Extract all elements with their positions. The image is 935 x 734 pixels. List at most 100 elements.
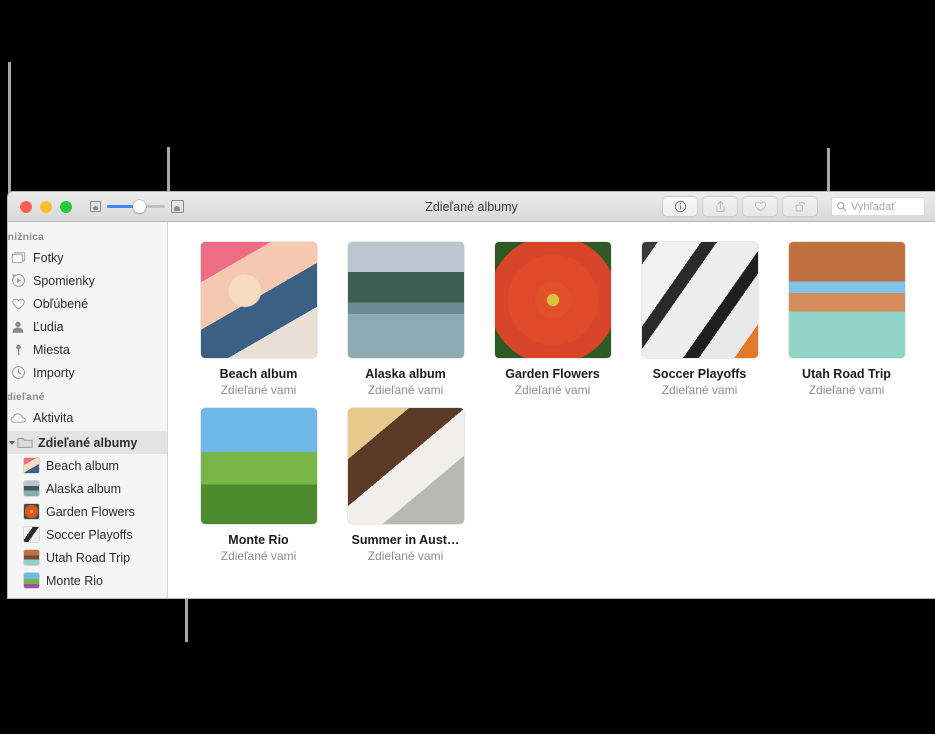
chevron-down-icon[interactable] bbox=[9, 440, 15, 445]
sidebar-item-label: Miesta bbox=[33, 342, 70, 357]
album-title: Soccer Playoffs bbox=[652, 367, 747, 381]
sidebar-item-label: Obľúbené bbox=[33, 296, 89, 311]
sidebar-group-label: Zdieľané albumy bbox=[38, 435, 138, 450]
album-subtitle: Zdieľané vami bbox=[220, 383, 297, 397]
album-thumbnail-icon bbox=[24, 504, 39, 519]
sidebar-item-utah-road-trip[interactable]: Utah Road Trip bbox=[8, 546, 167, 569]
sidebar-group-shared-albums[interactable]: Zdieľané albumy bbox=[8, 431, 167, 454]
person-icon bbox=[9, 320, 27, 334]
close-button[interactable] bbox=[20, 200, 32, 213]
sidebar-section-header-shared: Zdieľané bbox=[8, 391, 45, 403]
sidebar-item-label: Ľudia bbox=[33, 319, 64, 334]
album-cover-image bbox=[200, 408, 317, 524]
rotate-icon bbox=[795, 201, 805, 212]
album-thumbnail-icon bbox=[24, 458, 39, 473]
album-thumbnail-icon bbox=[24, 573, 39, 588]
content-area: Beach album Zdieľané vami Alaska album Z… bbox=[168, 222, 935, 598]
album-cover-image bbox=[788, 242, 905, 358]
sidebar-item-beach-album[interactable]: Beach album bbox=[8, 454, 167, 477]
sidebar-item-miesta[interactable]: Miesta bbox=[8, 338, 167, 361]
sidebar-section-header-library: Knižnica bbox=[8, 231, 44, 243]
traffic-light-buttons[interactable] bbox=[20, 200, 72, 213]
sidebar-item-aktivita[interactable]: Aktivita bbox=[8, 406, 167, 429]
search-placeholder: Vyhľadať bbox=[851, 200, 896, 213]
zoom-button[interactable] bbox=[60, 200, 72, 213]
minimize-button[interactable] bbox=[40, 200, 52, 213]
window-body: Knižnica Fotky bbox=[8, 222, 935, 598]
search-field[interactable]: Vyhľadať bbox=[831, 197, 925, 216]
album-grid: Beach album Zdieľané vami Alaska album Z… bbox=[168, 242, 935, 574]
heart-icon bbox=[754, 201, 766, 212]
album-tile-soccer-playoffs[interactable]: Soccer Playoffs Zdieľané vami bbox=[626, 242, 773, 397]
sidebar-item-label: Fotky bbox=[33, 250, 64, 265]
window-titlebar: Zdieľané albumy Vyhľadať bbox=[8, 192, 935, 222]
cloud-icon bbox=[9, 412, 27, 424]
album-tile-monte-rio[interactable]: Monte Rio Zdieľané vami bbox=[185, 408, 332, 563]
sidebar-item-alaska-album[interactable]: Alaska album bbox=[8, 477, 167, 500]
small-photo-icon bbox=[90, 201, 101, 212]
photos-window: Zdieľané albumy Vyhľadať nižnica Fotky S… bbox=[8, 192, 935, 598]
album-cover-image bbox=[641, 242, 758, 358]
large-photo-icon bbox=[171, 200, 184, 213]
sidebar-item-ludia[interactable]: Ľudia bbox=[8, 315, 167, 338]
sidebar-item-spomienky[interactable]: Spomienky bbox=[8, 269, 167, 292]
sidebar-item-fotky[interactable]: Fotky bbox=[8, 246, 167, 269]
album-thumbnail-icon bbox=[24, 481, 39, 496]
album-subtitle: Zdieľané vami bbox=[661, 383, 738, 397]
heart-icon bbox=[9, 297, 27, 311]
share-icon bbox=[715, 201, 725, 212]
pin-icon bbox=[9, 343, 27, 357]
sidebar-item-garden-flowers[interactable]: Garden Flowers bbox=[8, 500, 167, 523]
favorite-button[interactable] bbox=[743, 197, 777, 216]
sidebar-item-label: Utah Road Trip bbox=[46, 550, 131, 565]
album-title: Beach album bbox=[219, 367, 298, 381]
album-title: Monte Rio bbox=[228, 533, 289, 547]
sidebar-item-label: Monte Rio bbox=[46, 573, 103, 588]
sidebar: Knižnica Fotky bbox=[8, 222, 168, 598]
sidebar-item-label: Spomienky bbox=[33, 273, 95, 288]
slider-knob[interactable] bbox=[133, 200, 146, 213]
album-title: Alaska album bbox=[365, 367, 446, 381]
album-thumbnail-icon bbox=[24, 527, 39, 542]
share-button[interactable] bbox=[703, 197, 737, 216]
album-cover-image bbox=[347, 408, 464, 524]
info-button[interactable] bbox=[663, 197, 697, 216]
album-tile-garden-flowers[interactable]: Garden Flowers Zdieľané vami bbox=[479, 242, 626, 397]
album-title: Utah Road Trip bbox=[802, 367, 891, 381]
sidebar-item-label: Alaska album bbox=[46, 481, 122, 496]
toolbar-actions: Vyhľadať bbox=[663, 197, 935, 216]
sidebar-item-monte-rio[interactable]: Monte Rio bbox=[8, 569, 167, 592]
info-icon bbox=[674, 200, 686, 213]
folder-icon bbox=[16, 436, 33, 449]
sidebar-item-label: Soccer Playoffs bbox=[46, 527, 133, 542]
sidebar-item-soccer-playoffs[interactable]: Soccer Playoffs bbox=[8, 523, 167, 546]
clock-icon bbox=[9, 365, 27, 380]
sidebar-item-oblubene[interactable]: Obľúbené bbox=[8, 292, 167, 315]
sidebar-item-label: Garden Flowers bbox=[46, 504, 135, 519]
album-title: Summer in Aust… bbox=[351, 533, 460, 547]
album-title: Garden Flowers bbox=[505, 367, 600, 381]
album-tile-summer-in-australia[interactable]: Summer in Aust… Zdieľané vami bbox=[332, 408, 479, 563]
thumbnail-size-slider[interactable] bbox=[90, 200, 184, 213]
album-cover-image bbox=[347, 242, 464, 358]
sidebar-item-label: Importy bbox=[33, 365, 75, 380]
search-icon bbox=[837, 202, 847, 212]
callout-sidebar-library bbox=[8, 62, 11, 200]
album-subtitle: Zdieľané vami bbox=[367, 383, 444, 397]
album-subtitle: Zdieľané vami bbox=[808, 383, 885, 397]
photos-icon bbox=[9, 251, 27, 264]
sidebar-item-label: Beach album bbox=[46, 458, 119, 473]
album-tile-utah-road-trip[interactable]: Utah Road Trip Zdieľané vami bbox=[773, 242, 920, 397]
rotate-button[interactable] bbox=[783, 197, 817, 216]
album-tile-beach-album[interactable]: Beach album Zdieľané vami bbox=[185, 242, 332, 397]
album-thumbnail-icon bbox=[24, 550, 39, 565]
screenshot-stage: Zdieľané albumy Vyhľadať nižnica Fotky S… bbox=[0, 0, 935, 734]
album-subtitle: Zdieľané vami bbox=[514, 383, 591, 397]
album-cover-image bbox=[494, 242, 611, 358]
sidebar-item-importy[interactable]: Importy bbox=[8, 361, 167, 384]
album-tile-alaska-album[interactable]: Alaska album Zdieľané vami bbox=[332, 242, 479, 397]
slider-track[interactable] bbox=[107, 200, 165, 213]
memories-icon bbox=[9, 273, 27, 288]
album-subtitle: Zdieľané vami bbox=[220, 549, 297, 563]
album-subtitle: Zdieľané vami bbox=[367, 549, 444, 563]
